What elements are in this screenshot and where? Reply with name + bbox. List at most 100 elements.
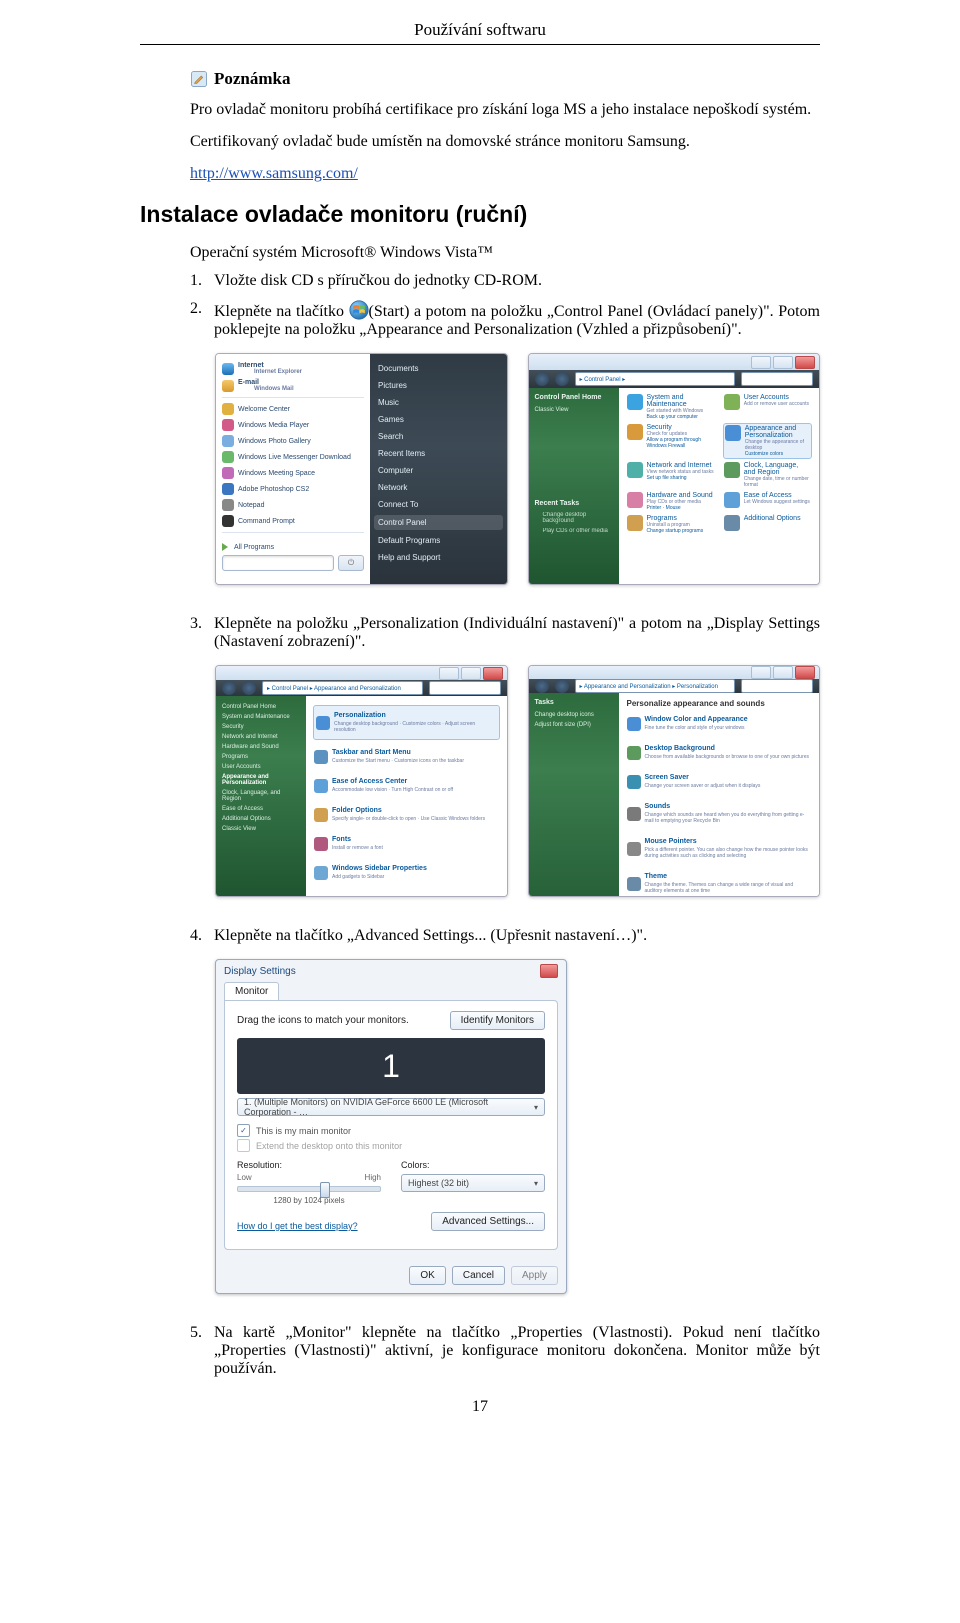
apply-button[interactable]: Apply [511, 1266, 558, 1285]
screenshot-personalization: ▸ Appearance and Personalization ▸ Perso… [528, 665, 821, 897]
dialog-close-button[interactable] [540, 964, 558, 978]
appearance-item[interactable]: Folder OptionsSpecify single- or double-… [314, 803, 499, 826]
sidebar-item[interactable]: System and Maintenance [222, 712, 300, 722]
sidebar-item[interactable]: User Accounts [222, 762, 300, 772]
screenshot-control-panel: ▸ Control Panel ▸ Control Panel Home Cla… [528, 353, 821, 585]
sidebar-item[interactable]: Additional Options [222, 814, 300, 824]
step5-text: Na kartě „Monitor" klepněte na tlačítko … [214, 1324, 820, 1378]
personalization-item[interactable]: SoundsChange which sounds are heard when… [627, 799, 812, 828]
step4-text: Klepněte na tlačítko „Advanced Settings.… [214, 927, 820, 945]
resolution-slider[interactable] [237, 1186, 381, 1192]
dialog-drag-hint: Drag the icons to match your monitors. [237, 1015, 409, 1026]
step1-text: Vložte disk CD s příručkou do jednotky C… [214, 272, 820, 290]
start-power-button[interactable]: ⏻ [338, 555, 364, 571]
page-header: Používání softwaru [140, 20, 820, 45]
note-pencil-icon [190, 70, 208, 88]
start-search-input[interactable] [222, 555, 334, 571]
note-para-1: Pro ovladač monitoru probíhá certifikace… [190, 101, 820, 119]
control-panel-category[interactable]: Clock, Language, and RegionChange date, … [724, 462, 811, 488]
os-line: Operační systém Microsoft® Windows Vista… [190, 244, 820, 262]
appearance-item[interactable]: FontsInstall or remove a font [314, 832, 499, 855]
control-panel-category[interactable]: User AccountsAdd or remove user accounts [724, 394, 811, 420]
start-menu-app-item[interactable]: Notepad [222, 497, 364, 513]
appearance-item[interactable]: Taskbar and Start MenuCustomize the Star… [314, 745, 499, 768]
section-title: Instalace ovladače monitoru (ruční) [140, 201, 820, 228]
sidebar-item[interactable]: Programs [222, 752, 300, 762]
start-menu-right-item[interactable]: Connect To [378, 496, 498, 513]
start-menu-app-item[interactable]: Windows Meeting Space [222, 465, 364, 481]
note-para-2: Certifikovaný ovladač bude umístěn na do… [190, 133, 820, 151]
sidebar-item[interactable]: Control Panel Home [222, 702, 300, 712]
note-heading: Poznámka [190, 69, 820, 89]
control-panel-category[interactable]: Ease of AccessLet Windows suggest settin… [724, 492, 811, 511]
personalization-item[interactable]: Window Color and AppearanceFine tune the… [627, 712, 812, 735]
control-panel-category[interactable]: Hardware and SoundPlay CDs or other medi… [627, 492, 714, 511]
start-menu-app-item[interactable]: Windows Live Messenger Download [222, 449, 364, 465]
appearance-item[interactable]: PersonalizationChange desktop background… [314, 706, 499, 739]
sidebar-item[interactable]: Classic View [222, 824, 300, 834]
step3-text: Klepněte na položku „Personalization (In… [214, 615, 820, 651]
step2-text: Klepněte na tlačítko (Start) a potom na … [214, 300, 820, 339]
identify-monitors-button[interactable]: Identify Monitors [450, 1011, 545, 1030]
start-menu-right-item[interactable]: Pictures [378, 377, 498, 394]
control-panel-category[interactable]: Additional Options [724, 515, 811, 534]
cancel-button[interactable]: Cancel [452, 1266, 505, 1285]
screenshot-start-menu: InternetInternet Explorer E-mailWindows … [215, 353, 508, 585]
start-menu-app-item[interactable]: Adobe Photoshop CS2 [222, 481, 364, 497]
main-monitor-checkbox[interactable]: ✓ [237, 1124, 250, 1137]
start-menu-control-panel-item[interactable]: Control Panel [374, 515, 502, 530]
start-menu-right-item[interactable]: Computer [378, 462, 498, 479]
extend-desktop-checkbox[interactable] [237, 1139, 250, 1152]
sidebar-item[interactable]: Hardware and Sound [222, 742, 300, 752]
start-menu-right-item[interactable]: Music [378, 394, 498, 411]
start-menu-right-item[interactable]: Help and Support [378, 549, 498, 566]
control-panel-category[interactable]: Appearance and PersonalizationChange the… [724, 424, 811, 458]
personalization-item[interactable]: ThemeChange the theme. Themes can change… [627, 869, 812, 897]
step3-num: 3. [190, 615, 214, 651]
page-number: 17 [140, 1398, 820, 1416]
sidebar-item[interactable]: Appearance and Personalization [222, 772, 300, 788]
control-panel-category[interactable]: Network and InternetView network status … [627, 462, 714, 488]
start-menu-app-item[interactable]: Windows Photo Gallery [222, 433, 364, 449]
start-menu-app-item[interactable]: Windows Media Player [222, 417, 364, 433]
start-menu-right-item[interactable]: Default Programs [378, 532, 498, 549]
note-label: Poznámka [214, 69, 291, 89]
windows-start-orb-icon [349, 300, 369, 320]
monitor-preview[interactable]: 1 [237, 1038, 545, 1094]
sidebar-item[interactable]: Ease of Access [222, 804, 300, 814]
dialog-tab-monitor[interactable]: Monitor [224, 982, 279, 1000]
personalization-item[interactable]: Desktop BackgroundChoose from available … [627, 741, 812, 764]
control-panel-category[interactable]: SecurityCheck for updatesAllow a program… [627, 424, 714, 458]
display-help-link[interactable]: How do I get the best display? [237, 1221, 358, 1231]
start-menu-app-item[interactable]: Welcome Center [222, 401, 364, 417]
sidebar-item[interactable]: Clock, Language, and Region [222, 788, 300, 804]
start-menu-right-item[interactable]: Documents [378, 360, 498, 377]
start-menu-right-item[interactable]: Search [378, 428, 498, 445]
screenshot-appearance-personalization: ▸ Control Panel ▸ Appearance and Persona… [215, 665, 508, 897]
start-menu-right-item[interactable]: Recent Items [378, 445, 498, 462]
advanced-settings-button[interactable]: Advanced Settings... [431, 1212, 545, 1231]
tasks-item[interactable]: Change desktop icons [535, 710, 613, 720]
sidebar-item[interactable]: Security [222, 722, 300, 732]
appearance-item[interactable]: Ease of Access CenterAccommodate low vis… [314, 774, 499, 797]
samsung-link[interactable]: http://www.samsung.com/ [190, 165, 358, 182]
step2-num: 2. [190, 300, 214, 339]
start-menu-right-item[interactable]: Games [378, 411, 498, 428]
control-panel-category[interactable]: System and MaintenanceGet started with W… [627, 394, 714, 420]
monitor-select-dropdown[interactable]: 1. (Multiple Monitors) on NVIDIA GeForce… [237, 1098, 545, 1116]
personalization-item[interactable]: Mouse PointersPick a different pointer. … [627, 834, 812, 863]
step4-num: 4. [190, 927, 214, 945]
screenshot-display-settings-dialog: Display Settings Monitor Drag the icons … [215, 959, 567, 1294]
control-panel-category[interactable]: ProgramsUninstall a programChange startu… [627, 515, 714, 534]
ok-button[interactable]: OK [409, 1266, 445, 1285]
start-menu-right-item[interactable]: Network [378, 479, 498, 496]
start-menu-app-item[interactable]: Command Prompt [222, 513, 364, 529]
dialog-title: Display Settings [224, 966, 296, 977]
sidebar-item[interactable]: Network and Internet [222, 732, 300, 742]
appearance-item[interactable]: Windows Sidebar PropertiesAdd gadgets to… [314, 861, 499, 884]
personalization-item[interactable]: Screen SaverChange your screen saver or … [627, 770, 812, 793]
tasks-item[interactable]: Adjust font size (DPI) [535, 720, 613, 730]
step5-num: 5. [190, 1324, 214, 1378]
step1-num: 1. [190, 272, 214, 290]
colors-dropdown[interactable]: Highest (32 bit)▾ [401, 1174, 545, 1192]
